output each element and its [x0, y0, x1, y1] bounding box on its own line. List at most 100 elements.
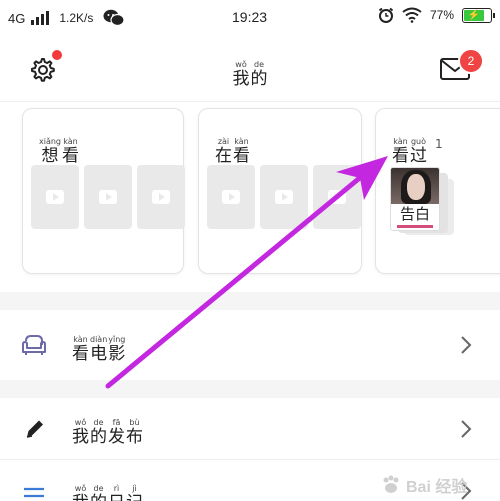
ruby-char: de的 [90, 484, 107, 501]
paw-icon [383, 475, 399, 493]
want-placeholder-list [31, 165, 185, 229]
pencil-icon [26, 420, 43, 438]
hanzi: 影 [108, 343, 126, 364]
pinyin: wǒ [235, 60, 247, 69]
pinyin: bù [129, 418, 140, 427]
pinyin-label: wǒ我de的 rì日 jì记 [72, 484, 143, 501]
play-icon [99, 190, 117, 204]
card-watched[interactable]: kàn 看 guò 过 1 告白 [375, 108, 500, 274]
status-left: 4G 1.2K/s [8, 9, 125, 27]
card-title-watching: zài 在 kàn 看 [215, 129, 250, 166]
play-icon [328, 190, 346, 204]
menu-item-watch-movie[interactable]: kàn 看 diàn 电 yǐng 影 [0, 310, 500, 380]
placeholder-thumbnail [31, 165, 79, 229]
hanzi: 记 [126, 493, 143, 501]
watched-poster-stack[interactable]: 告白 [390, 167, 460, 235]
pinyin-label: kàn 看 guò 过 [392, 137, 427, 166]
hanzi: 看 [62, 146, 80, 166]
pinyin: rì [113, 484, 120, 493]
hanzi: 看 [72, 343, 89, 364]
pinyin: jì [132, 484, 137, 493]
hanzi: 日 [108, 493, 125, 501]
ruby-char: zài 在 [215, 137, 232, 166]
ruby-char: xiǎng 想 [39, 137, 61, 166]
watermark-text: Bai 经验 [406, 479, 468, 496]
hanzi: 的 [250, 69, 268, 89]
watching-placeholder-list [207, 165, 361, 229]
ruby-char: fā 发 [108, 418, 125, 447]
top-header: wǒ 我 de 的 2 [0, 36, 500, 102]
card-title-watched: kàn 看 guò 过 1 [392, 129, 443, 166]
play-icon [222, 190, 240, 204]
pinyin: guò [410, 137, 427, 146]
card-want-to-watch[interactable]: xiǎng 想 kàn 看 [22, 108, 185, 274]
list-icon [24, 487, 44, 498]
hanzi: 发 [108, 427, 125, 447]
battery-icon: ⚡ [462, 7, 495, 23]
signal-icon [31, 11, 50, 25]
section-divider [0, 292, 500, 310]
card-title-want: xiǎng 想 kàn 看 [39, 129, 79, 166]
page-title: wǒ 我 de 的 [0, 52, 500, 89]
hanzi: 我 [72, 427, 89, 447]
hanzi: 我 [72, 493, 89, 501]
pinyin: zài [217, 137, 230, 146]
pinyin: kàn [393, 137, 408, 146]
ruby-char: kàn 看 [392, 137, 409, 166]
chevron-right-icon [461, 419, 472, 438]
hanzi: 我 [232, 69, 250, 89]
hanzi: 过 [410, 146, 427, 166]
pinyin: xiǎng [39, 137, 62, 146]
section-divider [0, 380, 500, 398]
hanzi: 电 [90, 343, 108, 364]
hanzi: 的 [90, 427, 107, 447]
hanzi: 想 [41, 146, 59, 166]
hanzi: 看 [233, 146, 250, 166]
pinyin-label: xiǎng 想 kàn 看 [39, 137, 79, 166]
pinyin-label: kàn 看 diàn 电 yǐng 影 [72, 335, 125, 364]
network-speed: 1.2K/s [59, 11, 94, 25]
pinyin: kàn [63, 137, 78, 146]
placeholder-thumbnail [137, 165, 185, 229]
placeholder-thumbnail [207, 165, 255, 229]
movie-status-cards: xiǎng 想 kàn 看 zài 在 kàn 看 kàn 看 guò 过 1 告白 [0, 108, 500, 288]
pinyin: wǒ [74, 484, 87, 493]
network-type: 4G [8, 10, 26, 26]
ruby-char: de的 [90, 418, 107, 447]
pinyin-label: zài 在 kàn 看 [215, 137, 250, 166]
pinyin: kàn [73, 334, 88, 344]
battery-percent: 77% [429, 8, 454, 22]
watermark: Bai 经验 [380, 471, 490, 499]
mail-count-badge: 2 [458, 48, 484, 74]
ruby-char: wǒ我 [233, 60, 250, 89]
ruby-char: kàn 看 [233, 137, 250, 166]
pinyin: fā [112, 418, 121, 427]
pinyin: kàn [234, 137, 249, 146]
watched-count: 1 [435, 137, 443, 151]
pinyin: de [254, 60, 264, 69]
pinyin: de [93, 418, 104, 427]
menu-label: wǒ 我 de 的 fā 发 bù 布 [72, 410, 143, 447]
sofa-icon [22, 335, 46, 355]
status-bar: 4G 1.2K/s 19:23 77% ⚡ [0, 0, 500, 36]
pinyin: de [93, 484, 104, 493]
chevron-right-icon [461, 336, 472, 354]
alarm-icon [378, 7, 394, 23]
ruby-char: guò 过 [410, 137, 427, 166]
hanzi: 看 [392, 146, 409, 166]
ruby-char: yǐng 影 [108, 335, 125, 364]
poster-title: 告白 [399, 205, 430, 223]
pinyin: yǐng [108, 334, 126, 344]
ruby-char: de的 [251, 60, 268, 89]
pinyin-label: wǒ 我 de 的 fā 发 bù 布 [72, 418, 143, 447]
ruby-char: kàn 看 [72, 335, 89, 364]
menu-item-my-posts[interactable]: wǒ 我 de 的 fā 发 bù 布 [0, 398, 500, 460]
placeholder-thumbnail [260, 165, 308, 229]
ruby-char: bù 布 [126, 418, 143, 447]
ruby-char: kàn 看 [62, 137, 79, 166]
pinyin: wǒ [74, 418, 87, 427]
card-watching[interactable]: zài 在 kàn 看 [198, 108, 362, 274]
poster-image [391, 168, 439, 204]
status-right: 77% ⚡ [378, 7, 495, 23]
movie-poster[interactable]: 告白 [390, 167, 440, 231]
